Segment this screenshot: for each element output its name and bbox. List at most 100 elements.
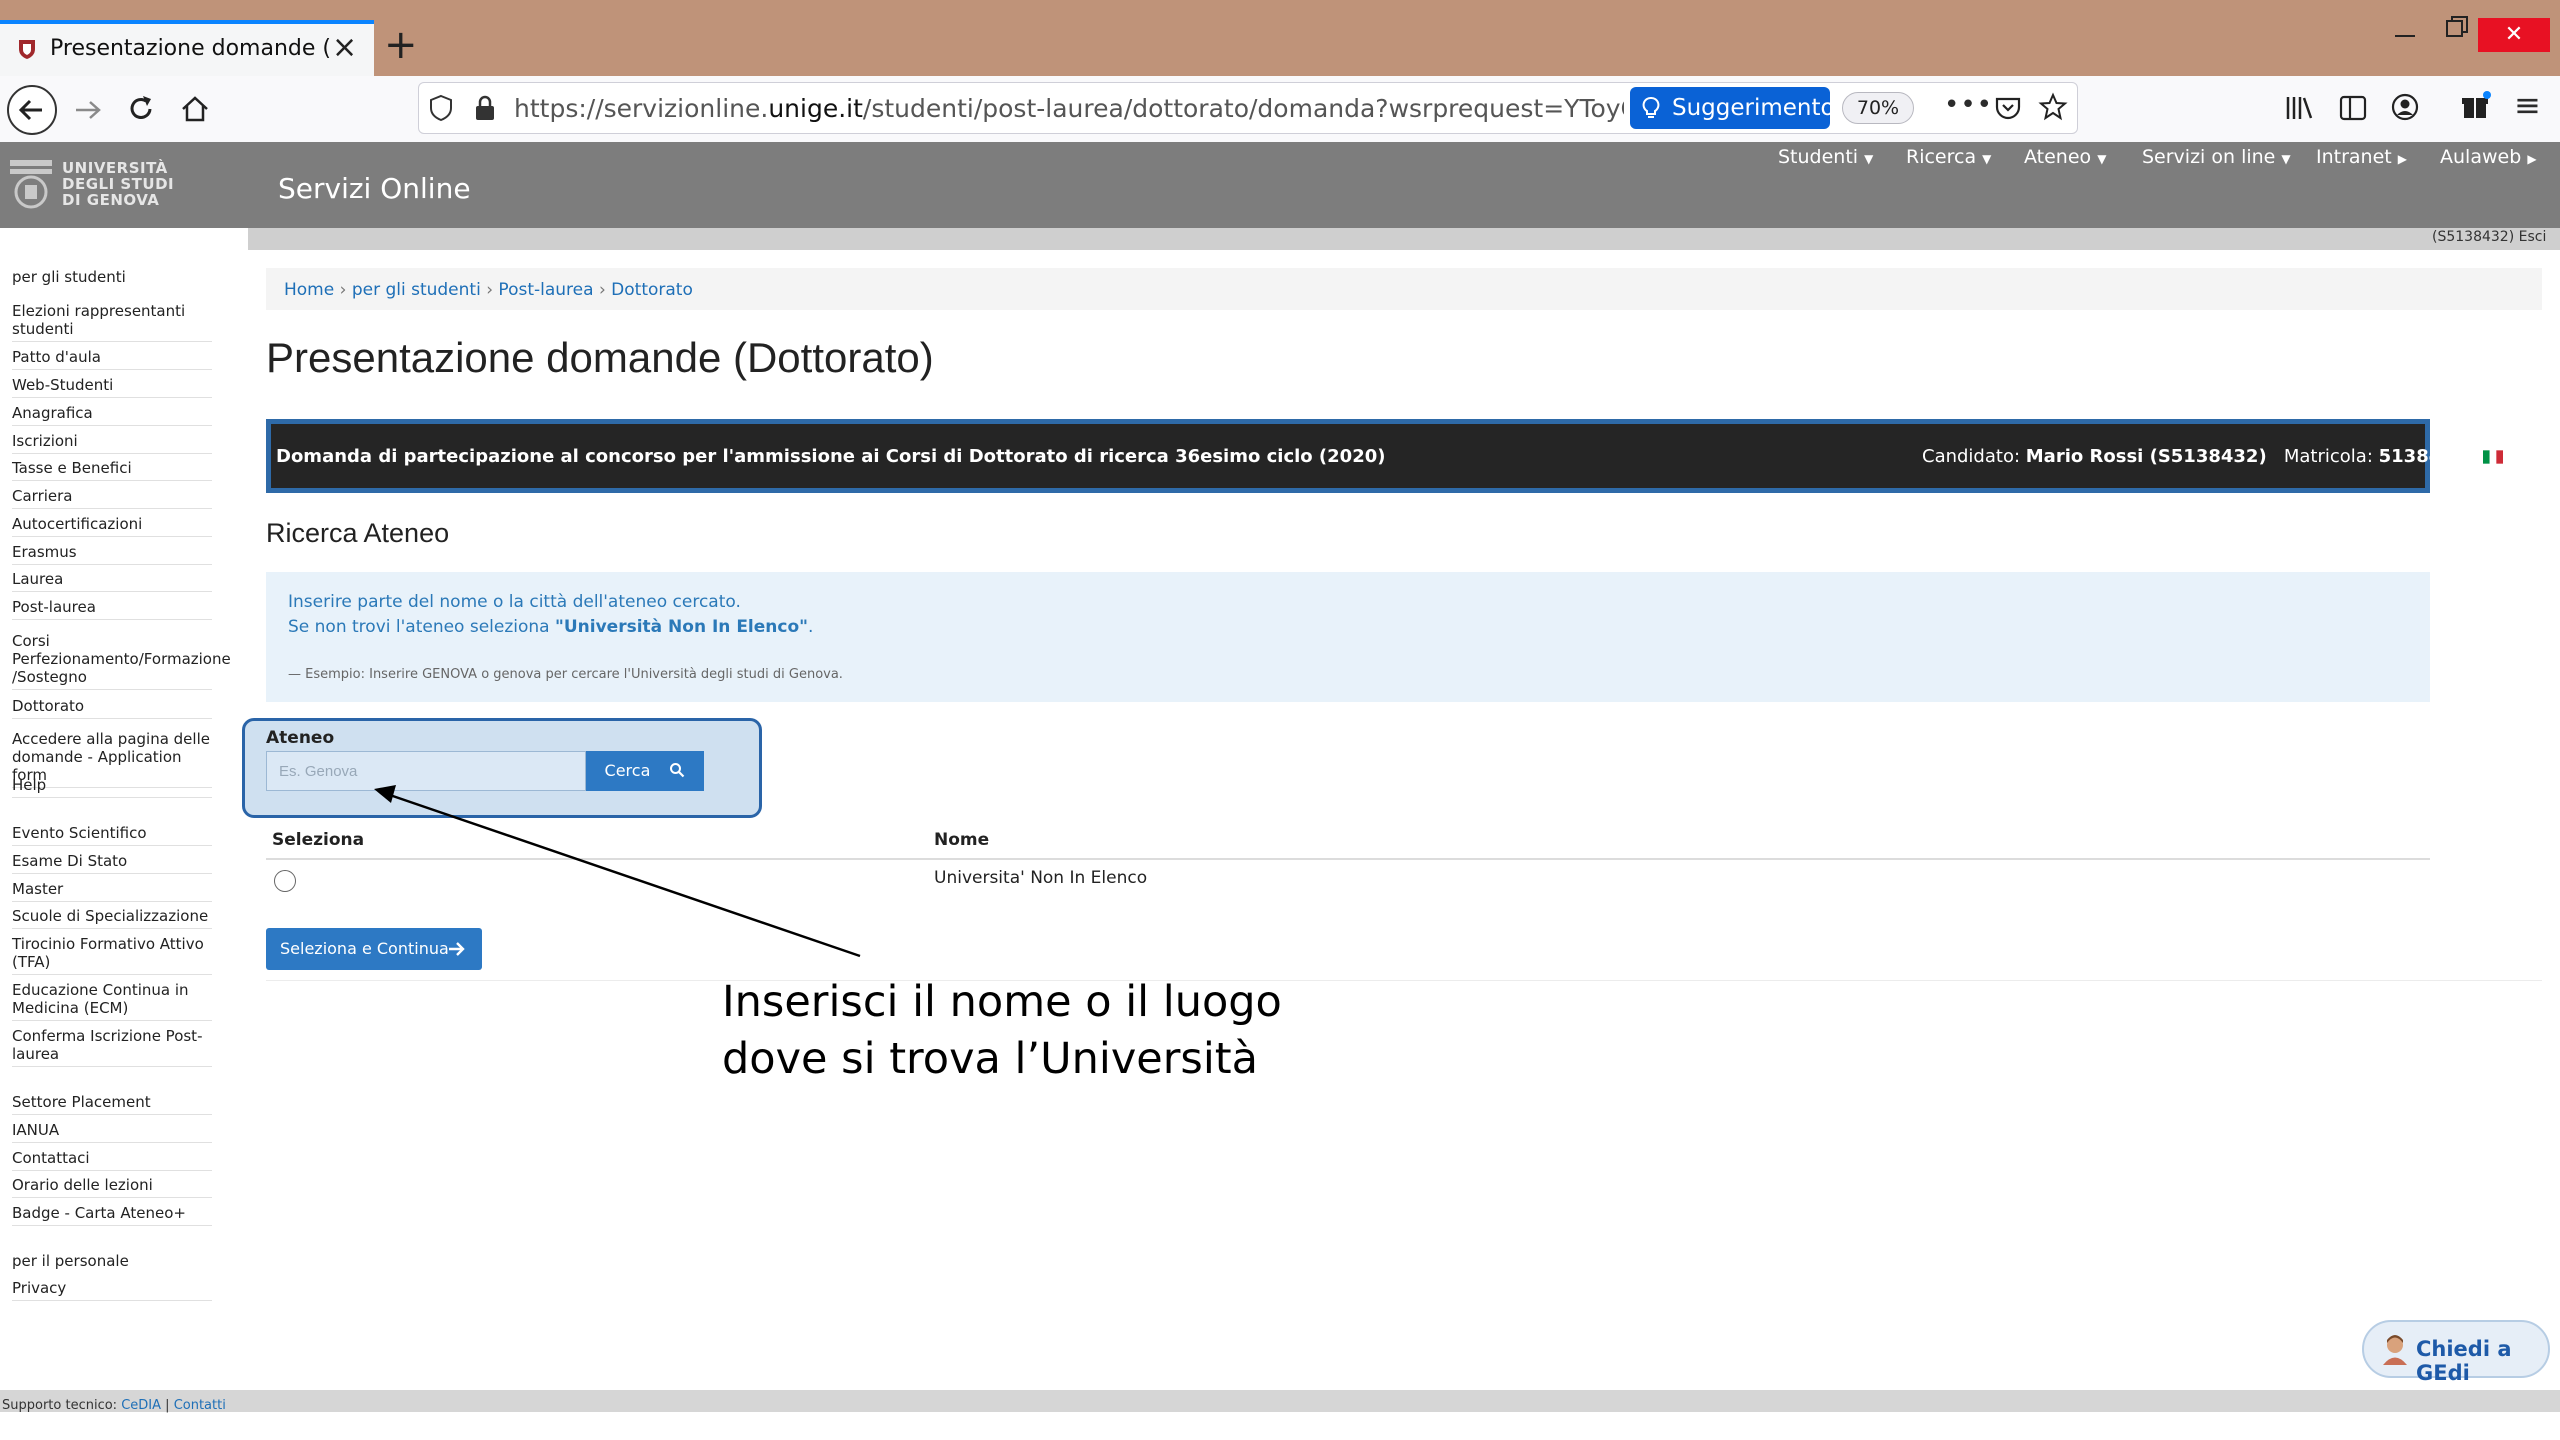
sidebar-item-contattaci[interactable]: Contattaci (12, 1149, 212, 1171)
nav-aulaweb[interactable]: Aulaweb ▶ (2440, 146, 2537, 168)
url-text[interactable]: https://servizionline.unige.it/studenti/… (514, 94, 1624, 126)
forward-icon[interactable] (72, 94, 104, 126)
sidebar-item-badge[interactable]: Badge - Carta Ateneo+ (12, 1204, 212, 1226)
table-row-name: Universita' Non In Elenco (934, 868, 1148, 888)
window-minimize-icon[interactable] (2392, 16, 2418, 42)
sidebar-item-orario-lezioni[interactable]: Orario delle lezioni (12, 1176, 212, 1198)
library-icon[interactable] (2284, 94, 2314, 122)
sidebar-item-placement[interactable]: Settore Placement (12, 1093, 212, 1115)
sidebar-item-ecm[interactable]: Educazione Continua in Medicina (ECM) (12, 981, 212, 1021)
sidebar-item-tasse[interactable]: Tasse e Benefici (12, 459, 212, 481)
sidebar-item-ianua[interactable]: IANUA (12, 1121, 212, 1143)
breadcrumb-dottorato[interactable]: Dottorato (611, 280, 693, 300)
home-icon[interactable] (178, 92, 212, 126)
column-header-name: Nome (934, 830, 990, 850)
sidebar-item-iscrizioni[interactable]: Iscrizioni (12, 432, 212, 454)
logout-link[interactable]: (S5138432) Esci (2432, 229, 2546, 245)
sidebar-item-anagrafica[interactable]: Anagrafica (12, 404, 212, 426)
university-logo-text: UNIVERSITÀ DEGLI STUDI DI GENOVA (62, 159, 175, 209)
sidebar-item-corsi-perfezionamento[interactable]: Corsi Perfezionamento/Formazione /Sosteg… (12, 632, 231, 690)
sidebar-item-scuole-specializzazione[interactable]: Scuole di Specializzazione (12, 907, 212, 929)
browser-tab[interactable]: Presentazione domande (Dotto × (0, 20, 374, 76)
content-divider (266, 980, 2542, 981)
suggestion-button[interactable]: Suggerimento (1630, 87, 1835, 129)
tab-title: Presentazione domande (Dotto (50, 36, 330, 61)
window-restore-icon[interactable] (2444, 14, 2470, 40)
italian-flag-icon[interactable] (2483, 450, 2504, 464)
pocket-icon[interactable] (1994, 94, 2022, 122)
breadcrumb-post-laurea[interactable]: Post-laurea (498, 280, 593, 300)
matricola-value: 5138432 (2378, 446, 2467, 467)
nav-servizi-online[interactable]: Servizi on line ▼ (2142, 146, 2291, 168)
nav-studenti[interactable]: Studenti ▼ (1778, 146, 1873, 168)
sidebar-item-erasmus[interactable]: Erasmus (12, 543, 212, 565)
candidate-name: Mario Rossi (S5138432) (2025, 446, 2267, 467)
sidebar-item-patto-aula[interactable]: Patto d'aula (12, 348, 212, 370)
user-strip (248, 228, 2560, 250)
sidebar-heading-staff[interactable]: per il personale (12, 1252, 212, 1270)
site-favicon-icon (19, 40, 35, 59)
reload-icon[interactable] (124, 92, 158, 126)
select-radio[interactable] (274, 870, 296, 892)
zoom-indicator[interactable]: 70% (1842, 92, 1914, 124)
back-icon[interactable] (6, 84, 58, 136)
sidebar-item-dottorato[interactable]: Dottorato (12, 697, 212, 719)
app-menu-icon[interactable]: ≡ (2514, 86, 2541, 124)
annotation-arrow-icon (374, 785, 861, 958)
sidebar-item-privacy[interactable]: Privacy (12, 1279, 212, 1301)
tab-close-icon[interactable]: × (332, 30, 357, 65)
page-title: Presentazione domande (Dottorato) (266, 334, 934, 381)
sidebar-heading-students[interactable]: per gli studenti (12, 268, 212, 286)
lightbulb-icon (1642, 97, 1660, 118)
sidebar-toggle-icon[interactable] (2338, 94, 2368, 122)
footer (0, 1390, 2560, 1412)
window-close-icon[interactable]: ✕ (2478, 18, 2550, 52)
site-title: Servizi Online (278, 172, 471, 205)
account-icon[interactable] (2390, 92, 2420, 122)
new-tab-icon[interactable]: + (384, 22, 418, 68)
sidebar-item-carriera[interactable]: Carriera (12, 487, 212, 509)
nav-ricerca[interactable]: Ricerca ▼ (1906, 146, 1991, 168)
nav-intranet[interactable]: Intranet ▶ (2316, 146, 2407, 168)
sidebar-item-autocertificazioni[interactable]: Autocertificazioni (12, 515, 212, 537)
banner-title: Domanda di partecipazione al concorso pe… (276, 446, 1386, 467)
sidebar-item-laurea[interactable]: Laurea (12, 570, 212, 592)
annotation-callout: Inserisci il nome o il luogo dove si tro… (722, 977, 1282, 1084)
breadcrumb: Home › per gli studenti › Post-laurea › … (284, 280, 693, 300)
sidebar-item-evento-scientifico[interactable]: Evento Scientifico (12, 824, 212, 846)
sidebar-item-web-studenti[interactable]: Web-Studenti (12, 376, 212, 398)
caret-right-icon: ▶ (2527, 152, 2537, 166)
caret-down-icon: ▼ (2097, 152, 2107, 166)
extensions-gift-icon[interactable] (2460, 90, 2492, 122)
nav-ateneo[interactable]: Ateneo ▼ (2024, 146, 2106, 168)
lock-icon[interactable] (474, 94, 496, 122)
caret-right-icon: ▶ (2397, 152, 2408, 166)
tracking-shield-icon[interactable] (428, 94, 454, 122)
chat-help-label: Chiedi a GEdi (2416, 1337, 2512, 1385)
footer-support: Supporto tecnico: CeDIA | Contatti (2, 1398, 226, 1413)
caret-down-icon: ▼ (1864, 152, 1874, 166)
assistant-avatar-icon (2383, 1335, 2407, 1365)
bookmark-star-icon[interactable] (2038, 92, 2068, 122)
sidebar-item-esame-stato[interactable]: Esame Di Stato (12, 852, 212, 874)
info-line: Inserire parte del nome o la città dell'… (288, 592, 741, 612)
caret-down-icon: ▼ (1982, 152, 1992, 166)
ateneo-label: Ateneo (266, 728, 335, 748)
breadcrumb-home[interactable]: Home (284, 280, 334, 300)
column-header-select: Seleziona (272, 830, 365, 850)
footer-link-contatti[interactable]: Contatti (174, 1398, 226, 1413)
sidebar-item-conferma-iscrizione[interactable]: Conferma Iscrizione Post-laurea (12, 1027, 212, 1067)
sidebar-item-tfa[interactable]: Tirocinio Formativo Attivo (TFA) (12, 935, 212, 975)
university-logo-icon[interactable] (8, 158, 54, 210)
sidebar-item-elezioni[interactable]: Elezioni rappresentanti studenti (12, 302, 212, 342)
sidebar-item-master[interactable]: Master (12, 880, 212, 902)
caret-down-icon: ▼ (2281, 152, 2291, 166)
footer-link-cedia[interactable]: CeDIA (121, 1398, 161, 1413)
more-actions-icon[interactable]: ••• (1944, 90, 1993, 120)
breadcrumb-students[interactable]: per gli studenti (352, 280, 481, 300)
info-line: Se non trovi l'ateneo seleziona "Univers… (288, 617, 814, 637)
candidate-info: Candidato: Mario Rossi (S5138432) Matric… (1922, 446, 2504, 467)
sidebar-item-help[interactable]: Help (12, 776, 212, 798)
sidebar-item-post-laurea[interactable]: Post-laurea (12, 598, 212, 620)
info-example: — Esempio: Inserire GENOVA o genova per … (288, 667, 843, 682)
